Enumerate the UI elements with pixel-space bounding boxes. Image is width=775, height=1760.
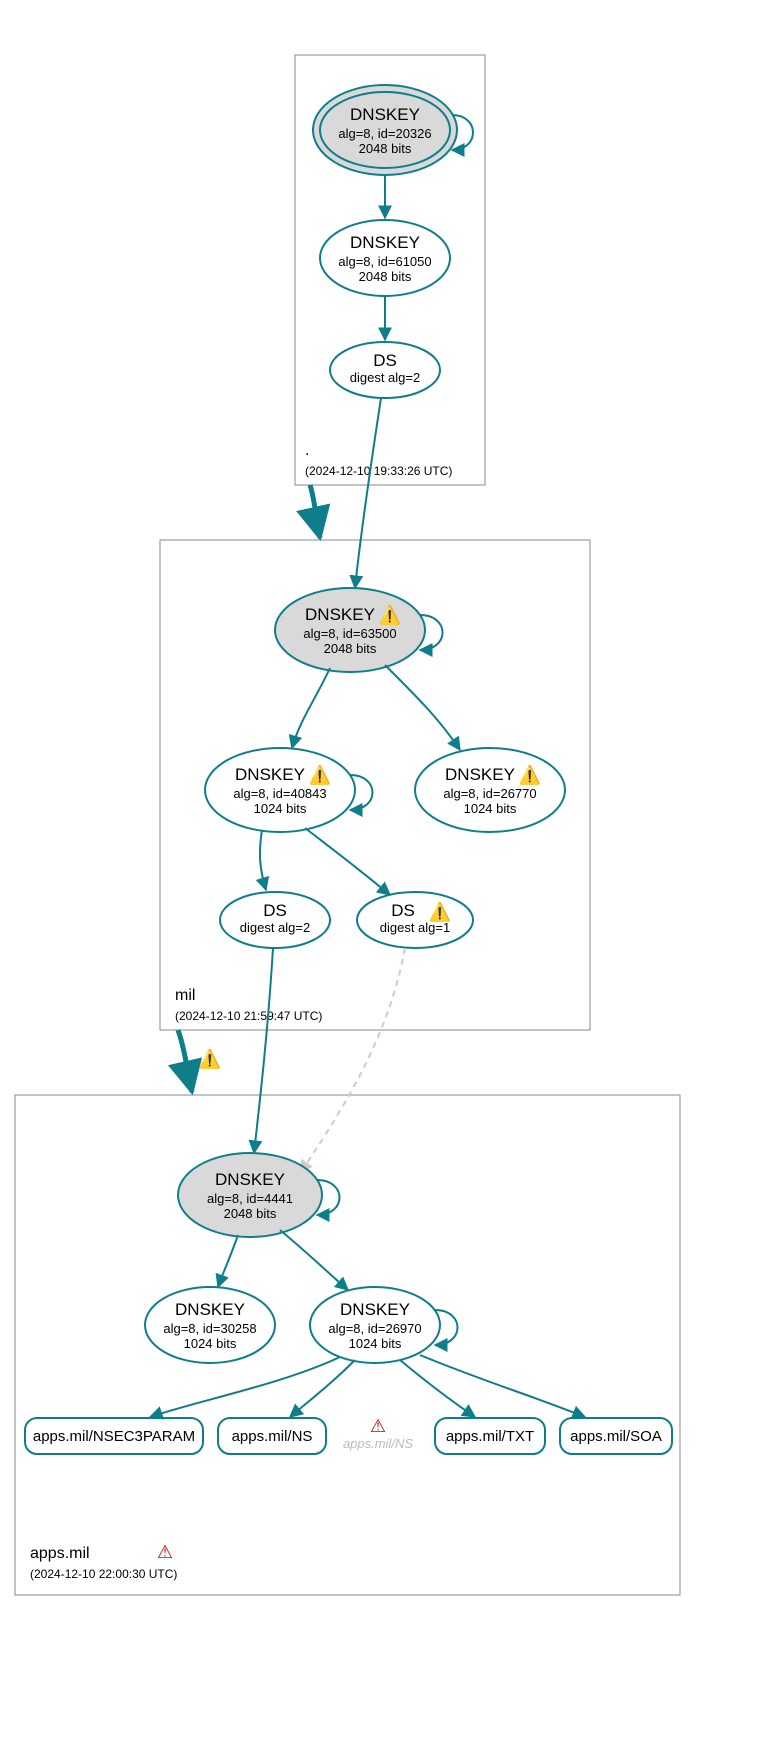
rrset-nsec3param[interactable]: apps.mil/NSEC3PARAM	[25, 1418, 203, 1454]
edge-apps-ksk-zsk1	[218, 1235, 238, 1287]
zone-apps-timestamp: (2024-12-10 22:00:30 UTC)	[30, 1567, 177, 1581]
mil-ksk-sub1: alg=8, id=63500	[303, 626, 396, 641]
zone-mil-timestamp: (2024-12-10 21:59:47 UTC)	[175, 1009, 322, 1023]
rrset-soa-label: apps.mil/SOA	[570, 1428, 662, 1445]
mil-ksk-node[interactable]: DNSKEY ⚠️ alg=8, id=63500 2048 bits	[275, 588, 425, 672]
edge-mil-zsk1-ds2	[260, 830, 266, 890]
warn-icon: ⚠️	[199, 1048, 221, 1069]
edge-delegation-root-mil	[310, 485, 320, 538]
zone-apps-name: apps.mil	[30, 1545, 90, 1562]
edge-mil-ds1-apps-ksk	[300, 948, 405, 1173]
mil-ds2-title: DS	[263, 901, 287, 920]
root-ds-sub1: digest alg=2	[350, 370, 420, 385]
warn-icon: ⚠️	[309, 764, 331, 785]
rrset-ns-label: apps.mil/NS	[232, 1428, 313, 1445]
warn-icon: ⚠️	[379, 604, 401, 625]
warn-icon: ⚠️	[429, 901, 451, 922]
apps-ksk-title: DNSKEY	[215, 1170, 285, 1189]
rrset-ns[interactable]: apps.mil/NS	[218, 1418, 326, 1454]
mil-zsk2-sub1: alg=8, id=26770	[443, 786, 536, 801]
apps-zsk1-title: DNSKEY	[175, 1300, 245, 1319]
mil-ds2-node[interactable]: DS digest alg=2	[220, 892, 330, 948]
root-ksk-node[interactable]: DNSKEY alg=8, id=20326 2048 bits	[313, 85, 457, 175]
mil-ds2-sub1: digest alg=2	[240, 920, 310, 935]
rrset-soa[interactable]: apps.mil/SOA	[560, 1418, 672, 1454]
rrset-ns-insecure[interactable]: ⚠ apps.mil/NS	[343, 1416, 413, 1451]
rrset-txt[interactable]: apps.mil/TXT	[435, 1418, 545, 1454]
edge-apps-zsk2-nsec3p	[150, 1357, 340, 1417]
edge-mil-ds2-apps-ksk	[254, 948, 273, 1153]
root-ds-title: DS	[373, 351, 397, 370]
apps-ksk-sub1: alg=8, id=4441	[207, 1191, 293, 1206]
edge-apps-zsk2-ns	[290, 1360, 355, 1417]
root-zsk-sub2: 2048 bits	[359, 269, 412, 284]
edge-mil-zsk1-ds1	[305, 828, 390, 895]
apps-zsk1-sub1: alg=8, id=30258	[163, 1321, 256, 1336]
edge-mil-ksk-zsk2	[385, 665, 460, 750]
edge-apps-zsk2-soa	[420, 1355, 585, 1417]
root-zsk-title: DNSKEY	[350, 233, 420, 252]
root-ds-node[interactable]: DS digest alg=2	[330, 342, 440, 398]
root-zsk-sub1: alg=8, id=61050	[338, 254, 431, 269]
rrset-txt-label: apps.mil/TXT	[446, 1428, 534, 1445]
apps-zsk2-sub2: 1024 bits	[349, 1336, 402, 1351]
warn-icon: ⚠️	[519, 764, 541, 785]
rrset-nsec3param-label: apps.mil/NSEC3PARAM	[33, 1428, 195, 1445]
zone-root-timestamp: (2024-12-10 19:33:26 UTC)	[305, 464, 452, 478]
zone-mil-name: mil	[175, 987, 195, 1004]
apps-zsk2-title: DNSKEY	[340, 1300, 410, 1319]
apps-ksk-node[interactable]: DNSKEY alg=8, id=4441 2048 bits	[178, 1153, 322, 1237]
edge-apps-zsk2-txt	[400, 1360, 475, 1417]
mil-zsk2-title: DNSKEY	[445, 765, 515, 784]
apps-zsk2-node[interactable]: DNSKEY alg=8, id=26970 1024 bits	[310, 1287, 440, 1363]
edge-root-ds-mil-ksk	[355, 398, 381, 588]
mil-zsk1-title: DNSKEY	[235, 765, 305, 784]
rrset-ns-insecure-label: apps.mil/NS	[343, 1436, 413, 1451]
mil-ds1-node[interactable]: DS ⚠️ digest alg=1	[357, 892, 473, 948]
mil-zsk1-sub2: 1024 bits	[254, 801, 307, 816]
mil-ds1-sub1: digest alg=1	[380, 920, 450, 935]
root-ksk-title: DNSKEY	[350, 105, 420, 124]
mil-ksk-sub2: 2048 bits	[324, 641, 377, 656]
edge-delegation-mil-apps	[178, 1030, 192, 1092]
mil-zsk1-node[interactable]: DNSKEY ⚠️ alg=8, id=40843 1024 bits	[205, 748, 355, 832]
error-icon: ⚠	[370, 1416, 386, 1436]
mil-ksk-title: DNSKEY	[305, 605, 375, 624]
apps-ksk-sub2: 2048 bits	[224, 1206, 277, 1221]
apps-zsk2-sub1: alg=8, id=26970	[328, 1321, 421, 1336]
edge-mil-ksk-zsk1	[292, 668, 330, 748]
apps-zsk1-node[interactable]: DNSKEY alg=8, id=30258 1024 bits	[145, 1287, 275, 1363]
root-ksk-sub2: 2048 bits	[359, 141, 412, 156]
root-zsk-node[interactable]: DNSKEY alg=8, id=61050 2048 bits	[320, 220, 450, 296]
edge-apps-ksk-zsk2	[280, 1230, 348, 1290]
zone-root-name: .	[305, 442, 309, 459]
apps-zsk1-sub2: 1024 bits	[184, 1336, 237, 1351]
mil-zsk1-sub1: alg=8, id=40843	[233, 786, 326, 801]
root-ksk-sub1: alg=8, id=20326	[338, 126, 431, 141]
error-icon: ⚠	[157, 1542, 173, 1562]
mil-ds1-title: DS	[391, 901, 415, 920]
mil-zsk2-node[interactable]: DNSKEY ⚠️ alg=8, id=26770 1024 bits	[415, 748, 565, 832]
mil-zsk2-sub2: 1024 bits	[464, 801, 517, 816]
